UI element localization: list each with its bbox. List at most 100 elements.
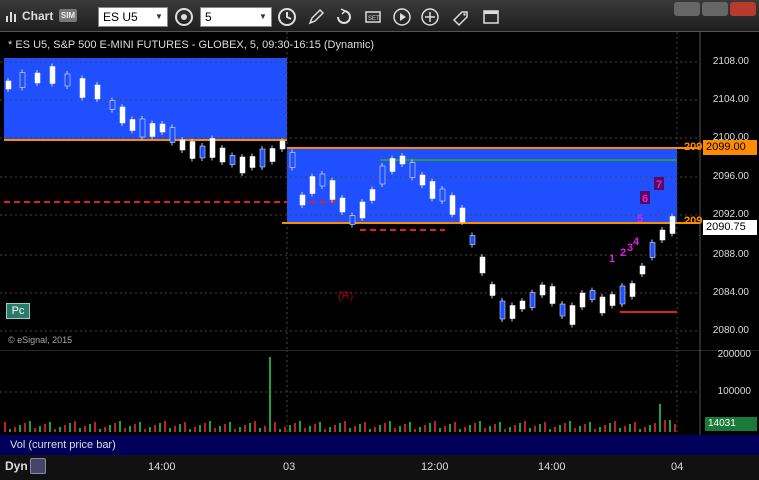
candle — [609, 294, 616, 306]
volume-bar — [354, 426, 356, 432]
volume-bar — [544, 422, 546, 432]
time-label: 12:00 — [421, 461, 449, 473]
volume-bar — [9, 429, 11, 432]
volume-bar — [319, 422, 321, 432]
volume-chart[interactable] — [0, 350, 759, 435]
time-label: 04 — [671, 461, 684, 473]
chevron-down-icon[interactable]: ▼ — [257, 8, 269, 26]
volume-bar — [539, 424, 541, 432]
volume-bar — [409, 422, 411, 432]
dyn-label[interactable]: Dyn — [5, 459, 28, 473]
volume-bar — [434, 421, 436, 432]
volume-bar — [254, 421, 256, 432]
tag-icon[interactable] — [450, 6, 472, 28]
price-axis-label: 2084.00 — [712, 287, 749, 298]
count-marker: 2 — [620, 247, 626, 259]
candle — [599, 296, 606, 314]
dynamic-icon[interactable] — [30, 458, 46, 474]
volume-bar — [309, 426, 311, 432]
candle — [149, 123, 156, 137]
interval-combo[interactable]: 5 ▼ — [200, 7, 272, 27]
candle — [379, 165, 386, 185]
candle — [449, 195, 456, 215]
candle — [489, 284, 496, 296]
volume-bar — [29, 421, 31, 432]
volume-bar — [359, 424, 361, 432]
volume-bar — [74, 421, 76, 432]
volume-bar — [379, 425, 381, 432]
play-icon[interactable] — [391, 6, 413, 28]
volume-legend-label: Vol (current price bar) — [10, 439, 116, 451]
candle — [319, 173, 326, 187]
count-marker: 4 — [633, 236, 640, 248]
volume-bar — [634, 422, 636, 432]
volume-bar — [394, 428, 396, 432]
volume-bar — [369, 429, 371, 432]
volume-bar — [179, 424, 181, 432]
candle — [439, 188, 446, 202]
candle — [49, 66, 56, 84]
volume-bar — [274, 422, 276, 432]
close-icon[interactable] — [730, 2, 756, 16]
volume-bar — [269, 357, 271, 432]
volume-bar — [279, 429, 281, 432]
candle — [269, 148, 276, 162]
volume-bar — [264, 426, 266, 432]
price-tag-last: 2090.75 — [703, 220, 757, 235]
candle — [279, 140, 286, 150]
volume-bar — [589, 422, 591, 432]
volume-bar — [414, 429, 416, 432]
candle — [509, 305, 516, 319]
volume-bar — [404, 424, 406, 432]
volume-bar — [584, 424, 586, 432]
volume-bar — [569, 421, 571, 432]
volume-bar — [214, 428, 216, 432]
price-axis-label: 2080.00 — [712, 325, 749, 336]
volume-bar — [374, 427, 376, 432]
price-chart[interactable]: 1 2 3 4 5 6 7 — [0, 32, 759, 350]
candle — [349, 215, 356, 225]
refresh-icon[interactable] — [333, 6, 355, 28]
volume-bar — [609, 423, 611, 432]
volume-bar — [129, 426, 131, 432]
candle — [249, 156, 256, 168]
chevron-down-icon[interactable]: ▼ — [153, 8, 165, 26]
volume-bar — [564, 423, 566, 432]
candle — [64, 73, 71, 87]
volume-bar — [389, 421, 391, 432]
volume-bar — [99, 429, 101, 432]
candle — [5, 80, 12, 90]
candle — [409, 162, 416, 178]
volume-bar — [444, 426, 446, 432]
candle — [94, 84, 101, 100]
maximize-icon[interactable] — [702, 2, 728, 16]
candle — [129, 119, 136, 131]
volume-bar — [364, 422, 366, 432]
gear-icon[interactable]: SET — [362, 6, 384, 28]
volume-bar — [189, 429, 191, 432]
volume-bar — [604, 425, 606, 432]
sim-badge: SIM — [59, 9, 77, 22]
volume-bar — [659, 404, 661, 432]
volume-bar — [79, 428, 81, 432]
timeframe-icon[interactable] — [173, 6, 195, 28]
candle — [179, 139, 186, 151]
candle — [559, 303, 566, 317]
volume-bar — [234, 429, 236, 432]
volume-bar — [329, 427, 331, 432]
candle — [359, 201, 366, 219]
clock-icon[interactable] — [276, 6, 298, 28]
chart-title: * ES U5, S&P 500 E-MINI FUTURES - GLOBEX… — [8, 39, 374, 51]
candle — [429, 181, 436, 199]
volume-bar — [119, 421, 121, 432]
pencil-icon[interactable] — [305, 6, 327, 28]
link-icon[interactable] — [419, 6, 441, 28]
window-icon[interactable] — [480, 6, 502, 28]
candle — [79, 78, 86, 98]
minimize-icon[interactable] — [674, 2, 700, 16]
symbol-combo[interactable]: ES U5 ▼ — [98, 7, 168, 27]
volume-bar — [134, 424, 136, 432]
pc-button[interactable]: Pc — [6, 303, 30, 319]
volume-bar — [94, 422, 96, 432]
volume-bar — [424, 425, 426, 432]
